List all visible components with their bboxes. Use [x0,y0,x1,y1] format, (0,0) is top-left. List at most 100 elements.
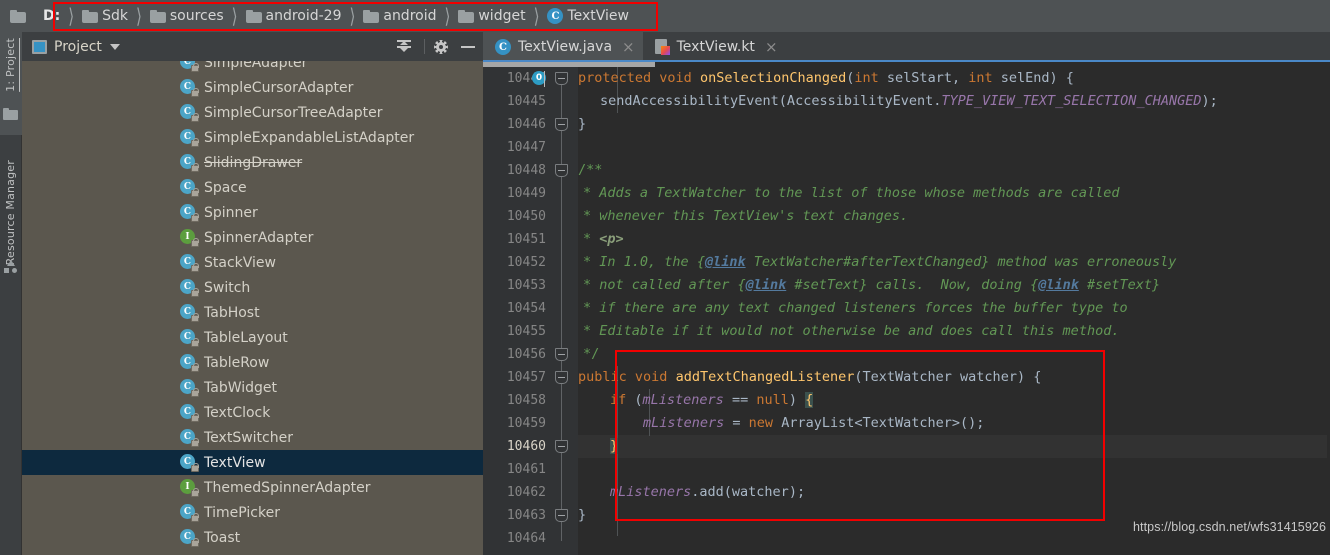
tab-label: TextView.java [518,39,613,55]
class-icon: C [180,179,199,197]
breadcrumb-separator: ⟩ [533,3,540,29]
tree-item-tabwidget[interactable]: C TabWidget [22,375,483,400]
tree-item-label: TableLayout [204,329,288,346]
breadcrumb-item-root[interactable]: D: [36,2,62,30]
tree-item-tablerow[interactable]: C TableRow [22,350,483,375]
class-icon: C [180,304,199,322]
code-line: public void addTextChangedListener(TextW… [578,369,1042,385]
tree-item-label: TextView [204,454,266,471]
tree-item-label: TabHost [204,304,260,321]
line-number: 10457 [506,370,546,385]
tree-item-textview[interactable]: C TextView [22,450,483,475]
chevron-down-icon[interactable] [109,43,120,50]
line-number: 10445 [506,94,546,109]
tree-item-label: SlidingDrawer [204,154,303,171]
close-icon[interactable]: × [765,39,778,55]
code-line: mListeners.add(watcher); [610,484,806,500]
tree-item-textswitcher[interactable]: C TextSwitcher [22,425,483,450]
class-icon: C [180,354,199,372]
tree-item-simpleexpandablelistadapter[interactable]: C SimpleExpandableListAdapter [22,125,483,150]
tree-item-label: SimpleAdapter [204,61,308,71]
code-line: * if there are any text changed listener… [583,300,1128,316]
code-content-area[interactable]: 10444 10445 10446 10447 10448 10449 1045… [483,67,1330,555]
line-number: 10456 [506,347,546,362]
header-divider [424,39,425,54]
project-panel-header: Project [22,32,483,61]
code-folding-gutter[interactable] [546,67,578,555]
line-number-current: 10460 [506,439,546,454]
project-folder-icon [3,108,18,120]
class-icon: C [180,529,199,547]
tab-textview-java[interactable]: C TextView.java × [483,32,1330,62]
class-icon: C [180,79,199,97]
tree-item-tablelayout[interactable]: C TableLayout [22,325,483,350]
tab-textview-kt[interactable]: TextView.kt × [642,32,786,62]
breadcrumb-item-android-29[interactable]: android-29 [243,2,344,30]
collapse-all-icon[interactable] [396,39,412,55]
tree-item-themedspinneradapter[interactable]: I ThemedSpinnerAdapter [22,475,483,500]
close-icon[interactable]: × [622,39,635,55]
editor-tab-bar: C TextView.java × TextView.kt × [483,32,1330,62]
fold-toggle-icon[interactable] [555,509,568,522]
tool-window-button-resource-manager[interactable]: Resource Manager [4,160,17,265]
fold-toggle-icon[interactable] [555,348,568,361]
resource-manager-icon [4,260,18,274]
line-number: 10448 [506,163,546,178]
folder-icon [82,9,99,23]
code-line: mListeners = new ArrayList<TextWatcher>(… [643,415,985,431]
tree-item-label: StackView [204,254,276,271]
fold-toggle-icon[interactable] [555,371,568,384]
ide-window: D: ⟩ Sdk ⟩ sources ⟩ android-29 ⟩ androi… [0,0,1330,555]
tree-item-simplecursortreeadapter[interactable]: C SimpleCursorTreeAdapter [22,100,483,125]
tree-item-tabhost[interactable]: C TabHost [22,300,483,325]
class-icon: C [180,379,199,397]
class-icon: C [180,154,199,172]
breadcrumb-item-sources[interactable]: sources [147,2,226,30]
breadcrumb-label: Sdk [102,8,128,24]
code-line: * <p> [583,231,624,247]
line-number: 10451 [506,232,546,247]
java-class-icon: C [495,39,511,55]
line-number: 10464 [506,531,546,546]
breadcrumb-separator: ⟩ [135,3,142,29]
code-line: /** [578,162,603,178]
tree-item-timepicker[interactable]: C TimePicker [22,500,483,525]
tree-item-simpleadapter[interactable]: C SimpleAdapter [22,61,483,75]
fold-toggle-icon[interactable] [555,164,568,177]
tree-item-toast[interactable]: C Toast [22,525,483,550]
tree-item-simplecursoradapter[interactable]: C SimpleCursorAdapter [22,75,483,100]
tree-item-spinneradapter[interactable]: I SpinnerAdapter [22,225,483,250]
class-icon: C [180,129,199,147]
breadcrumb-separator: ⟩ [444,3,451,29]
tree-item-switch[interactable]: C Switch [22,275,483,300]
settings-gear-icon[interactable] [433,39,449,55]
breadcrumb-item-textview[interactable]: C TextView [544,2,631,30]
tree-item-space[interactable]: C Space [22,175,483,200]
class-icon: C [180,254,199,272]
code-line: * not called after {@link #setText} call… [583,277,1161,293]
line-number: 10455 [506,324,546,339]
code-line: * Editable if it would not otherwise be … [583,323,1120,339]
tool-window-button-project[interactable]: 1: Project [4,38,17,92]
breadcrumb-item-android[interactable]: android [360,2,438,30]
project-panel-title: Project [54,38,102,55]
tree-item-textclock[interactable]: C TextClock [22,400,483,425]
hide-panel-icon[interactable] [461,45,475,48]
line-number: 10446 [506,117,546,132]
tree-item-label: SimpleExpandableListAdapter [204,129,415,146]
project-file-tree[interactable]: C SimpleAdapter C SimpleCursorAdapter C … [22,61,483,555]
fold-toggle-icon[interactable] [555,72,568,85]
fold-toggle-icon[interactable] [555,440,568,453]
tree-item-slidingdrawer[interactable]: C SlidingDrawer [22,150,483,175]
fold-toggle-icon[interactable] [555,118,568,131]
tree-item-label: Toast [204,529,241,546]
breadcrumb-item-widget[interactable]: widget [455,2,527,30]
breadcrumb-bar: D: ⟩ Sdk ⟩ sources ⟩ android-29 ⟩ androi… [0,0,1330,32]
line-number-gutter[interactable]: 10444 10445 10446 10447 10448 10449 1045… [483,67,546,555]
tree-item-stackview[interactable]: C StackView [22,250,483,275]
tree-item-spinner[interactable]: C Spinner [22,200,483,225]
breadcrumb-item-sdk[interactable]: Sdk [79,2,130,30]
source-code-lines[interactable]: protected void onSelectionChanged(int se… [578,67,1330,555]
class-icon: C [180,454,199,472]
